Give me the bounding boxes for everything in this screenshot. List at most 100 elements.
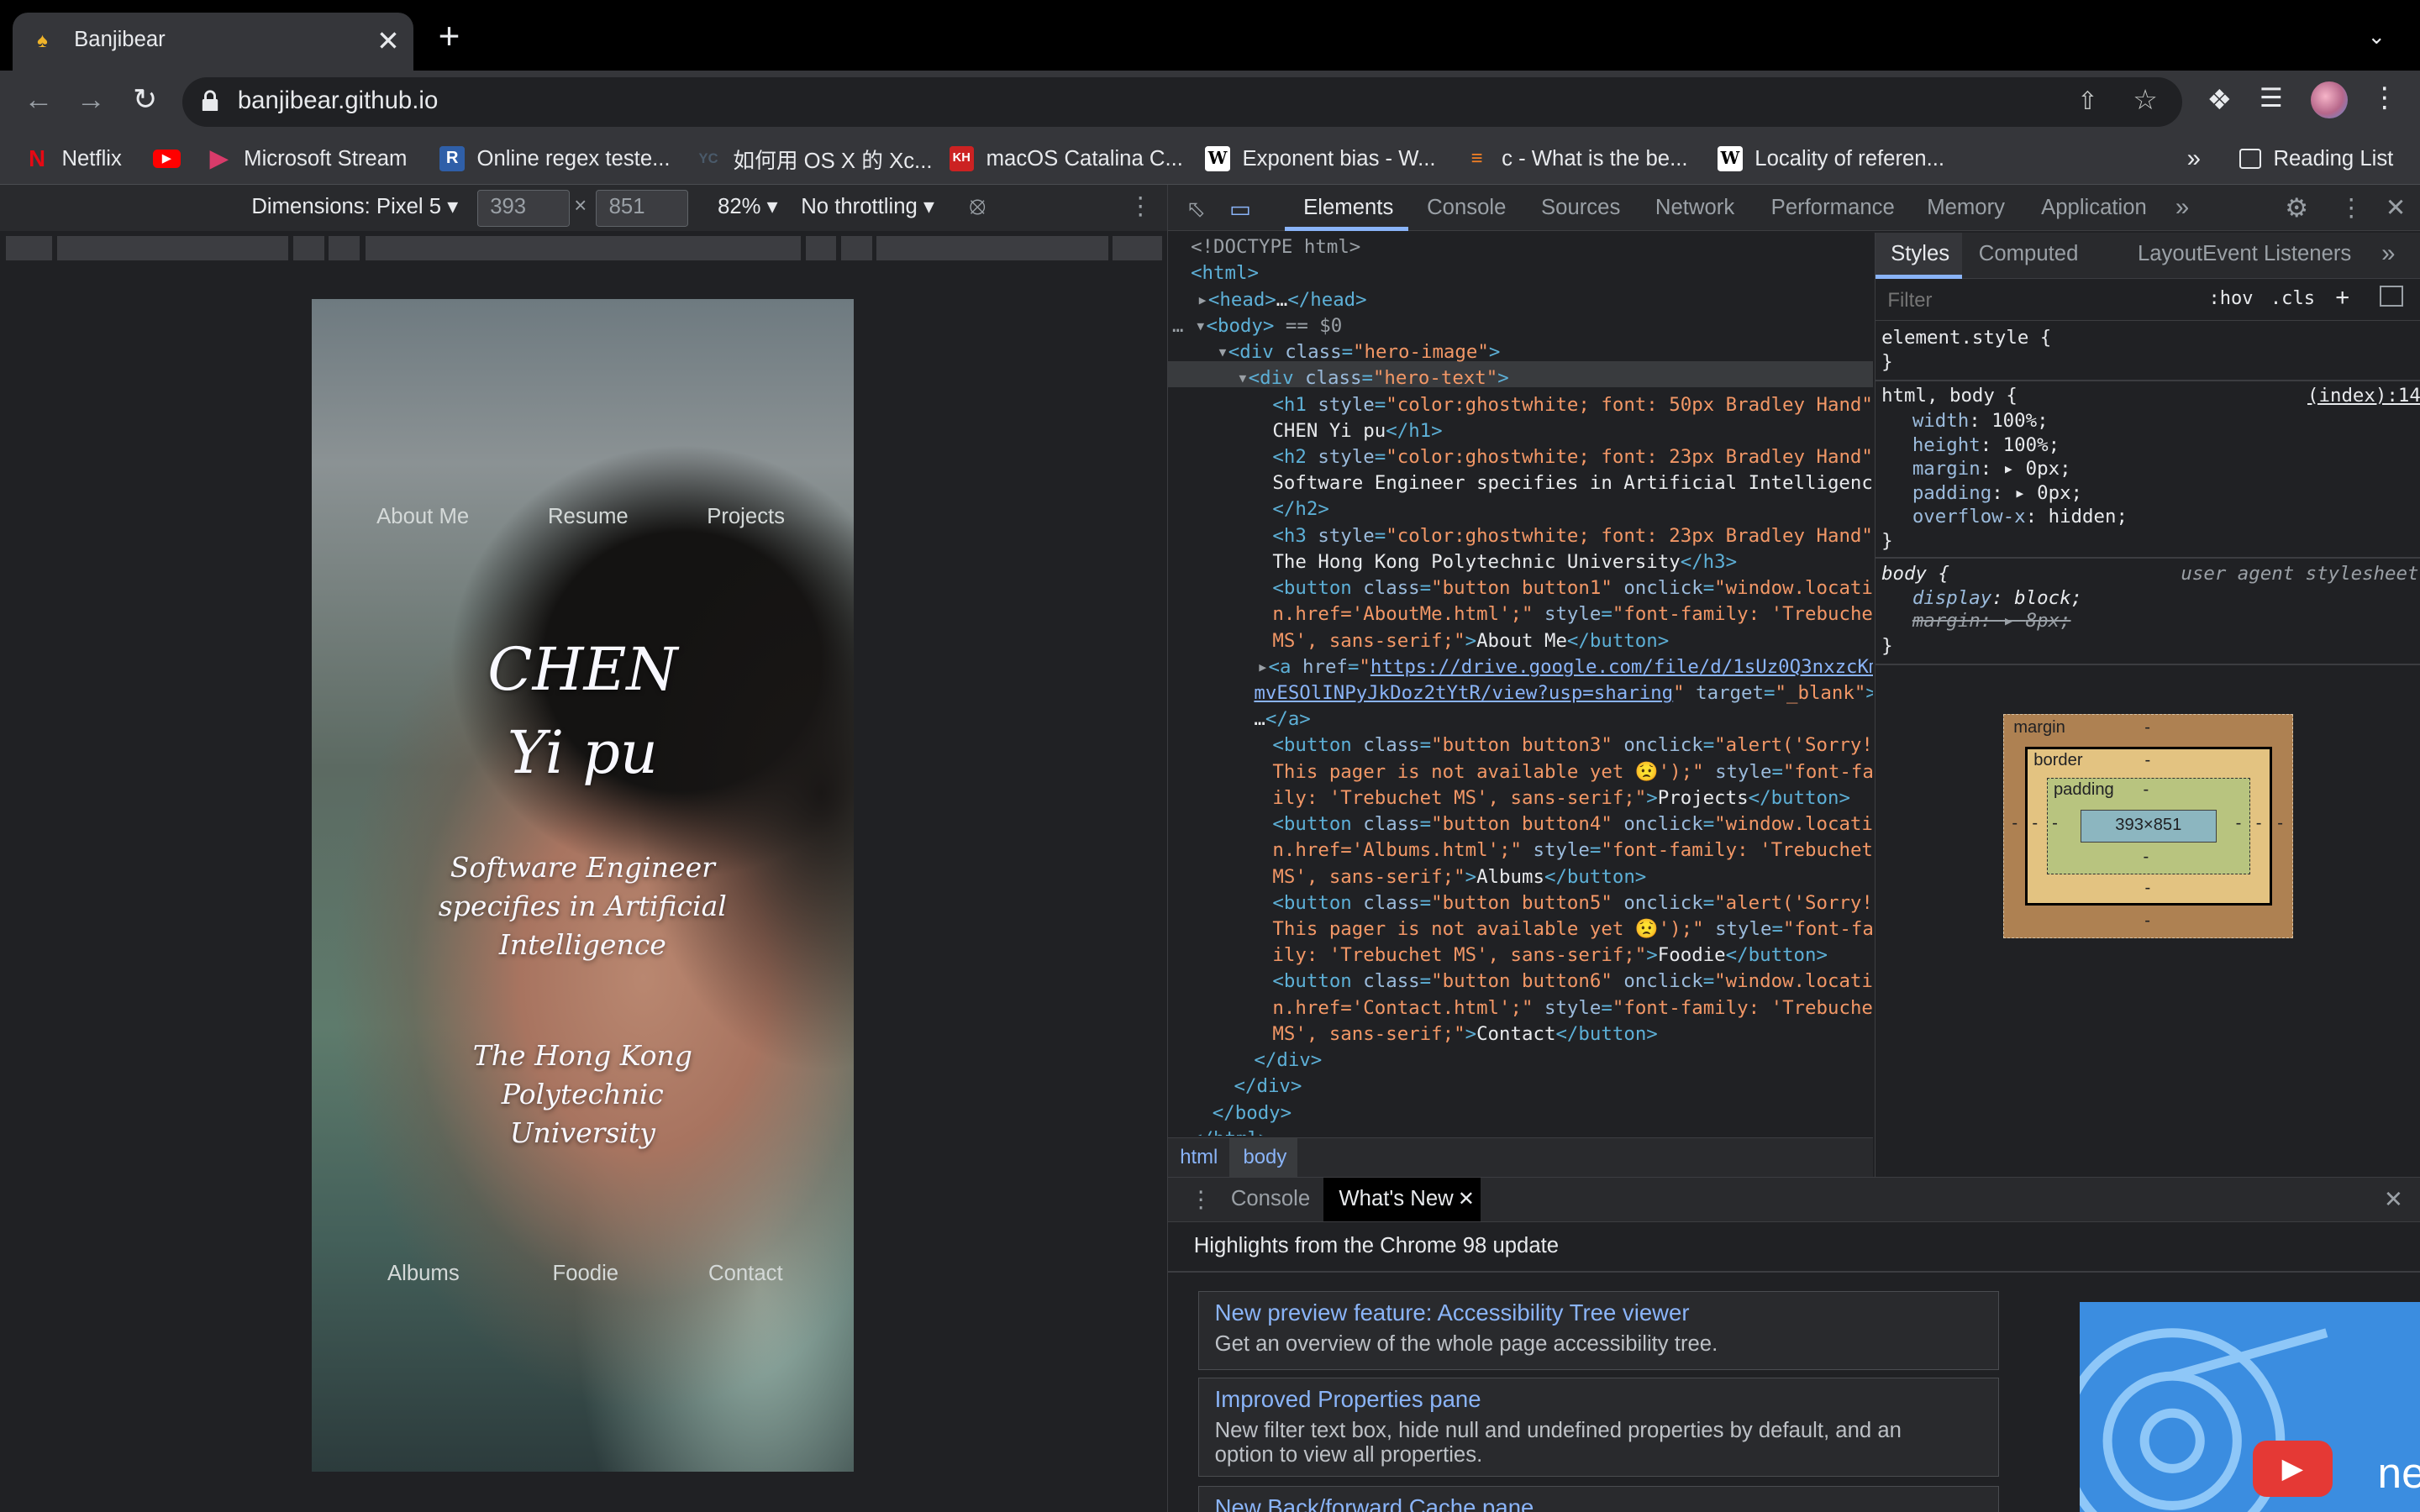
nav-foodie[interactable]: Foodie xyxy=(553,1262,619,1286)
more-tabs-icon[interactable]: » xyxy=(2175,193,2189,222)
forward-icon[interactable]: → xyxy=(74,83,108,117)
bookmark-stackoverflow[interactable]: ≡ c - What is the be... xyxy=(1465,144,1688,175)
nav-projects[interactable]: Projects xyxy=(707,505,785,529)
nav-albums[interactable]: Albums xyxy=(387,1262,460,1286)
tab-elements[interactable]: Elements xyxy=(1303,196,1393,220)
rule-close-brace: } xyxy=(1881,350,1893,373)
breadcrumb-html[interactable]: html xyxy=(1180,1146,1218,1169)
nav-contact[interactable]: Contact xyxy=(708,1262,783,1286)
media-query-segment[interactable] xyxy=(6,236,53,261)
code-line[interactable]: ▾<div class="hero-text"> xyxy=(1237,365,1509,391)
code-line[interactable]: ▾<div class="hero-image"> xyxy=(1217,339,1500,365)
close-drawer-icon[interactable]: ✕ xyxy=(2384,1186,2403,1213)
css-property[interactable]: height: 100%; xyxy=(1912,433,2060,457)
box-model-content[interactable]: 393×851 xyxy=(2081,810,2217,843)
css-property[interactable]: width: 100%; xyxy=(1912,409,2049,433)
media-query-segment[interactable] xyxy=(876,236,1108,261)
share-icon[interactable]: ⇧ xyxy=(2077,87,2098,116)
media-query-segment[interactable] xyxy=(1113,236,1163,261)
close-devtools-icon[interactable]: ✕ xyxy=(2386,193,2407,223)
back-icon[interactable]: ← xyxy=(22,83,55,117)
height-input[interactable]: 851 xyxy=(595,189,689,227)
tab-console[interactable]: Console xyxy=(1427,196,1506,220)
width-input[interactable]: 393 xyxy=(476,189,570,227)
tab-memory[interactable]: Memory xyxy=(1927,196,2005,220)
media-query-segment[interactable] xyxy=(366,236,802,261)
media-control-icon[interactable]: ☰ xyxy=(2260,83,2283,113)
tab-performance[interactable]: Performance xyxy=(1771,196,1895,220)
reading-list-button[interactable]: Reading List xyxy=(2239,144,2393,175)
whats-new-card[interactable]: New Back/forward Cache pane xyxy=(1198,1485,2000,1512)
bookmark-youtube[interactable]: ▶ xyxy=(152,144,193,175)
code-line[interactable]: … ▾<body> == $0 xyxy=(1172,313,1342,339)
bookmark-wikipedia-1[interactable]: W Exponent bias - W... xyxy=(1205,144,1436,175)
tab-layout[interactable]: Layout xyxy=(2138,242,2202,266)
new-rule-icon[interactable]: + xyxy=(2335,284,2349,312)
cls-toggle[interactable]: .cls xyxy=(2270,288,2315,309)
bookmark-xcode[interactable]: YC 如何用 OS X 的 Xc... xyxy=(696,144,933,175)
whats-new-card[interactable]: Improved Properties pane New filter text… xyxy=(1198,1378,2000,1477)
play-button[interactable]: ▶ xyxy=(2252,1441,2333,1497)
settings-icon[interactable]: ⚙ xyxy=(2285,193,2308,223)
address-bar[interactable]: banjibear.github.io ⇧ ☆ xyxy=(182,76,2183,127)
whats-new-video-thumbnail[interactable]: ▶ ne xyxy=(2080,1302,2420,1512)
media-query-segment[interactable] xyxy=(292,236,324,261)
devtools-menu-icon[interactable]: ⋮ xyxy=(2339,193,2364,223)
nav-about-me[interactable]: About Me xyxy=(376,505,469,529)
media-query-segment[interactable] xyxy=(329,236,360,261)
bookmark-macos[interactable]: KH macOS Catalina C... xyxy=(949,144,1183,175)
media-query-segment[interactable] xyxy=(805,236,837,261)
bookmark-star-icon[interactable]: ☆ xyxy=(2133,83,2158,117)
rule-source-link[interactable]: (index):14 xyxy=(2307,384,2420,407)
breadcrumb-body[interactable]: body xyxy=(1244,1146,1287,1169)
code-line: <button class="button button5" onclick="… xyxy=(1272,891,1873,914)
tab-event-listeners[interactable]: Event Listeners xyxy=(2202,242,2351,266)
css-property[interactable]: margin: ▸ 0px; xyxy=(1912,457,2071,480)
zoom-select[interactable]: 82% ▾ xyxy=(718,194,778,219)
css-property[interactable]: overflow-x: hidden; xyxy=(1912,505,2128,528)
new-tab-button[interactable]: + xyxy=(439,18,460,55)
code-line[interactable]: ▸<a href="https://drive.google.com/file/… xyxy=(1257,654,1873,680)
device-select[interactable]: Dimensions: Pixel 5 ▾ xyxy=(251,194,458,219)
tab-search-icon[interactable]: ⌄ xyxy=(2367,24,2386,50)
browser-tab[interactable]: ♠ Banjibear ✕ xyxy=(12,12,414,71)
bookmark-netflix[interactable]: N Netflix xyxy=(24,144,122,175)
media-query-segment[interactable] xyxy=(56,236,289,261)
code-line[interactable]: ▸<head>…</head> xyxy=(1197,287,1366,313)
bookmark-regex[interactable]: R Online regex teste... xyxy=(439,144,671,175)
card-title[interactable]: New Back/forward Cache pane xyxy=(1215,1494,1534,1512)
more-panes-icon[interactable]: » xyxy=(2381,239,2395,268)
styles-filter-input[interactable] xyxy=(1878,283,2187,318)
card-title[interactable]: New preview feature: Accessibility Tree … xyxy=(1215,1299,1690,1326)
extensions-icon[interactable]: ❖ xyxy=(2207,83,2232,117)
hov-toggle[interactable]: :hov xyxy=(2208,288,2253,309)
tab-styles[interactable]: Styles xyxy=(1891,242,1949,266)
reload-icon[interactable]: ↻ xyxy=(128,83,161,117)
card-title[interactable]: Improved Properties pane xyxy=(1215,1386,1481,1413)
elements-tree[interactable]: <!DOCTYPE html> <html> ▸<head>…</head> …… xyxy=(1167,233,1873,1136)
device-toggle-icon[interactable]: ▭ xyxy=(1229,196,1251,223)
close-tab-icon[interactable]: ✕ xyxy=(376,24,400,58)
tab-network[interactable]: Network xyxy=(1655,196,1734,220)
nav-resume[interactable]: Resume xyxy=(548,505,629,529)
media-query-segment[interactable] xyxy=(841,236,872,261)
inspect-icon[interactable]: ⬁ xyxy=(1186,196,1206,223)
profile-avatar[interactable] xyxy=(2310,81,2348,119)
drawer-tab-console[interactable]: Console xyxy=(1231,1187,1310,1211)
throttling-select[interactable]: No throttling ▾ xyxy=(801,194,934,219)
bookmark-wikipedia-2[interactable]: W Locality of referen... xyxy=(1718,144,1944,175)
tab-sources[interactable]: Sources xyxy=(1541,196,1620,220)
drawer-menu-icon[interactable]: ⋮ xyxy=(1189,1186,1213,1213)
drawer-tab-whats-new[interactable]: What's New ✕ xyxy=(1323,1178,1481,1221)
sidebar-toggle-icon[interactable] xyxy=(2380,285,2403,307)
browser-menu-icon[interactable]: ⋮ xyxy=(2370,81,2398,114)
close-drawer-tab-icon[interactable]: ✕ xyxy=(1458,1187,1475,1211)
tab-computed[interactable]: Computed xyxy=(1979,242,2079,266)
bookmark-microsoft-stream[interactable]: ▶ Microsoft Stream xyxy=(207,144,408,175)
tab-application[interactable]: Application xyxy=(2041,196,2147,220)
device-more-icon[interactable]: ⋮ xyxy=(1128,192,1153,221)
bookmarks-overflow-icon[interactable]: » xyxy=(2187,144,2201,175)
whats-new-card[interactable]: New preview feature: Accessibility Tree … xyxy=(1198,1291,2000,1370)
rotate-icon[interactable]: ⦻ xyxy=(969,192,985,220)
css-property[interactable]: padding: ▸ 0px; xyxy=(1912,481,2082,505)
